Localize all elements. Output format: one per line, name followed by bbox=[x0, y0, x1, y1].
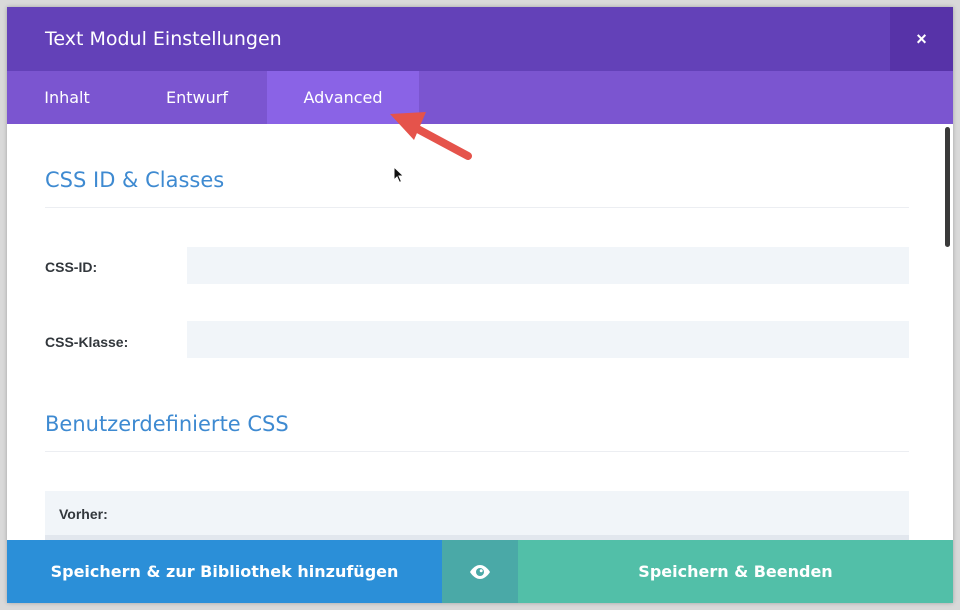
mouse-cursor-icon bbox=[393, 166, 405, 184]
css-class-label: CSS-Klasse: bbox=[45, 334, 129, 350]
annotation-arrow-icon bbox=[390, 112, 472, 160]
preview-button[interactable] bbox=[442, 540, 518, 603]
tab-bar: Inhalt Entwurf Advanced bbox=[7, 71, 953, 124]
settings-content: CSS ID & Classes CSS-ID: CSS-Klasse: Ben… bbox=[7, 124, 953, 540]
content-scrollbar[interactable] bbox=[945, 127, 950, 247]
save-and-exit-button[interactable]: Speichern & Beenden bbox=[518, 540, 953, 603]
tab-inhalt[interactable]: Inhalt bbox=[7, 71, 127, 124]
section-divider bbox=[45, 207, 909, 208]
css-id-label: CSS-ID: bbox=[45, 259, 98, 275]
section-title-css: CSS ID & Classes bbox=[45, 168, 225, 192]
css-id-input[interactable] bbox=[187, 247, 909, 284]
settings-modal: Text Modul Einstellungen × Inhalt Entwur… bbox=[7, 7, 953, 603]
before-css-label: Vorher: bbox=[59, 506, 108, 522]
eye-icon bbox=[470, 564, 490, 579]
modal-header: Text Modul Einstellungen × bbox=[7, 7, 953, 71]
css-class-input[interactable] bbox=[187, 321, 909, 358]
save-to-library-button[interactable]: Speichern & zur Bibliothek hinzufügen bbox=[7, 540, 442, 603]
before-css-field: Vorher: bbox=[45, 491, 909, 540]
close-button[interactable]: × bbox=[890, 7, 953, 71]
modal-title: Text Modul Einstellungen bbox=[45, 28, 282, 50]
modal-footer: Speichern & zur Bibliothek hinzufügen Sp… bbox=[7, 540, 953, 603]
tab-entwurf[interactable]: Entwurf bbox=[127, 71, 267, 124]
section-divider bbox=[45, 451, 909, 452]
section-title-custom-css: Benutzerdefinierte CSS bbox=[45, 412, 289, 436]
close-icon: × bbox=[916, 28, 927, 49]
